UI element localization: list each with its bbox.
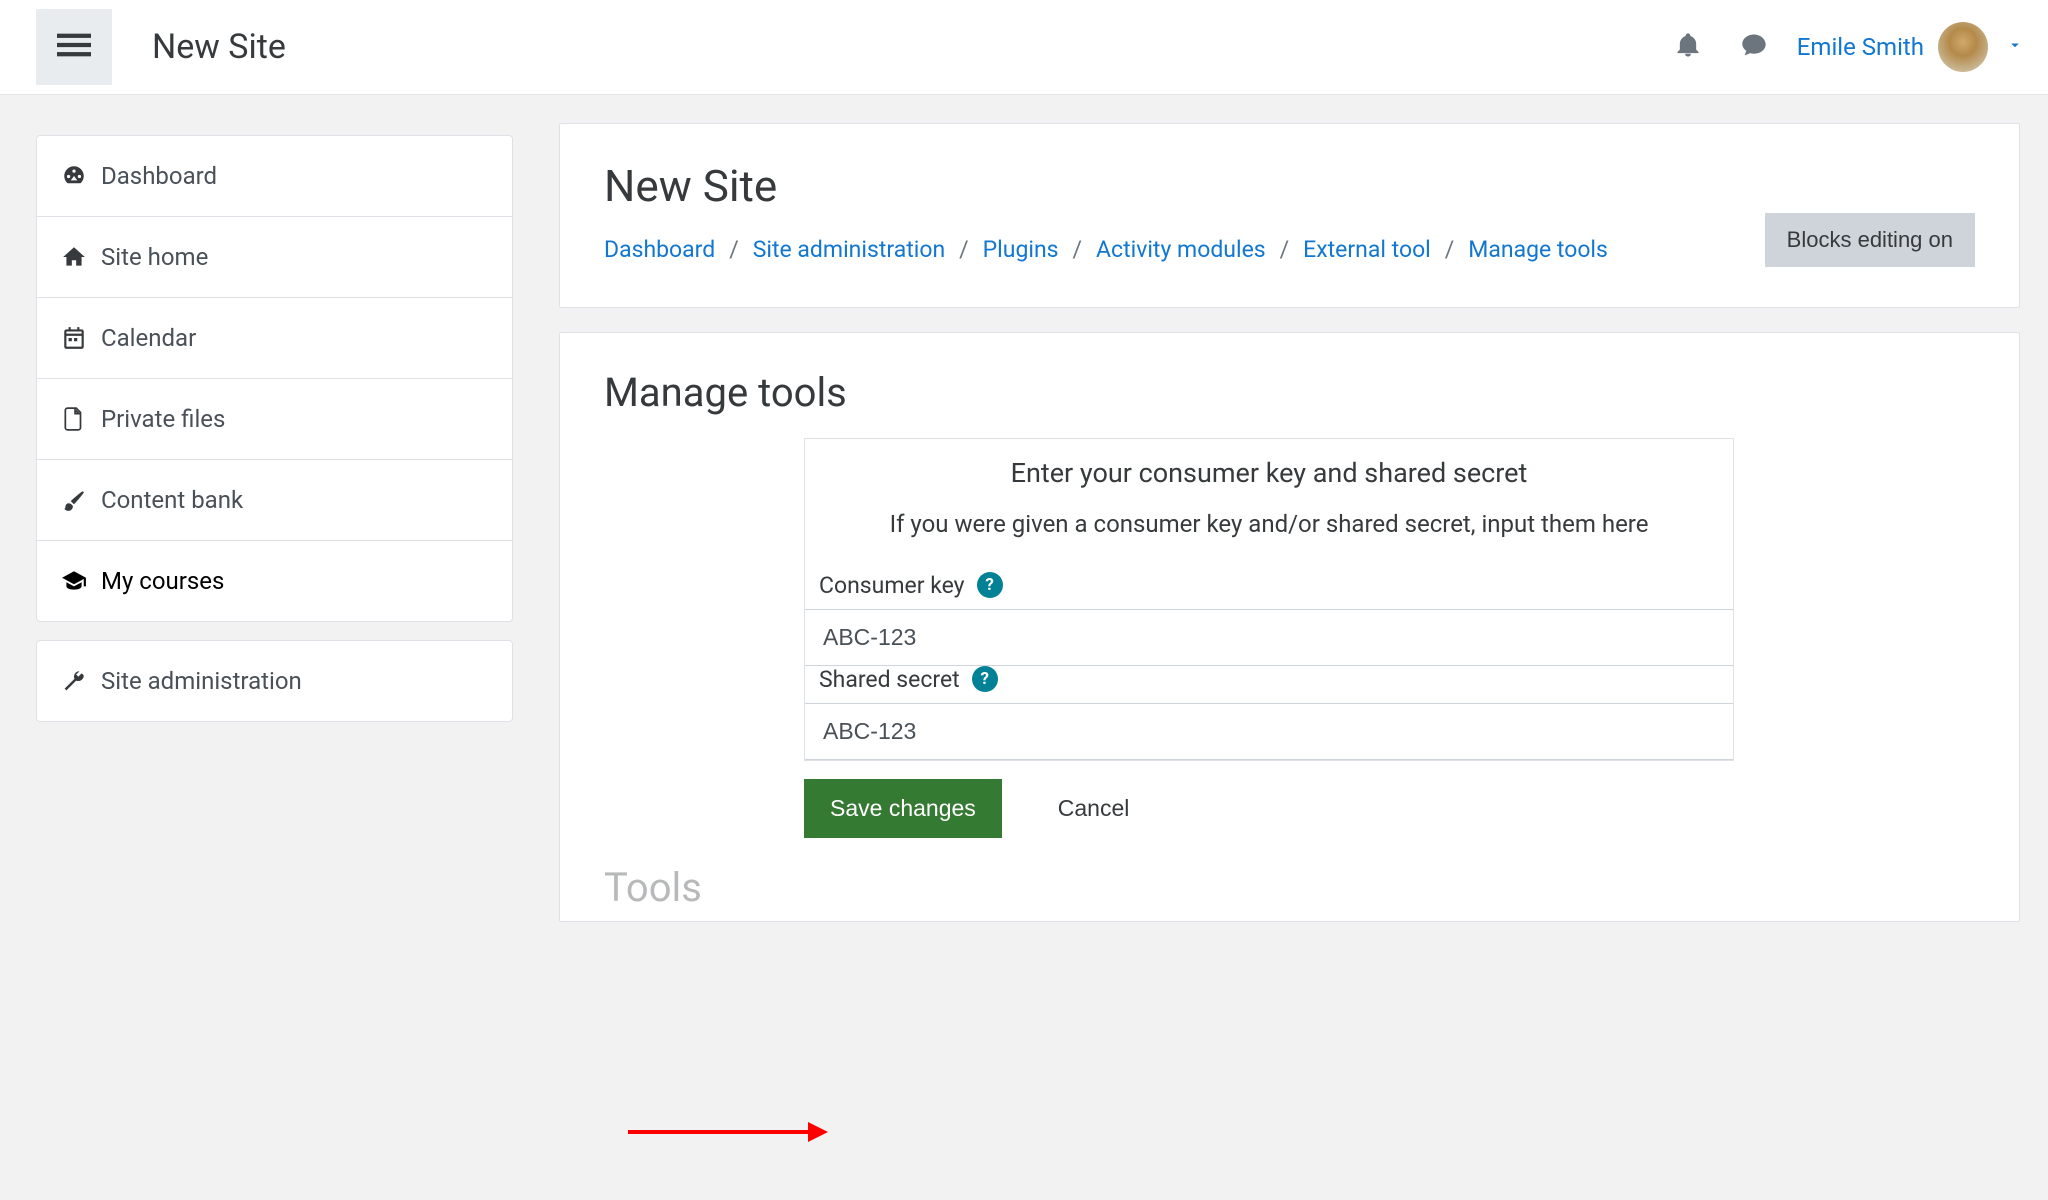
help-icon[interactable]: ? xyxy=(972,666,998,692)
credentials-form: Enter your consumer key and shared secre… xyxy=(804,438,1734,761)
graduation-cap-icon xyxy=(61,568,101,594)
calendar-icon xyxy=(61,325,101,351)
messages-button[interactable] xyxy=(1731,24,1777,70)
brush-icon xyxy=(61,487,101,513)
help-icon[interactable]: ? xyxy=(977,572,1003,598)
sidebar: Dashboard Site home Calendar Private fil… xyxy=(0,95,545,946)
main: New Site Dashboard / Site administration… xyxy=(545,95,2048,946)
form-title: Enter your consumer key and shared secre… xyxy=(805,457,1733,507)
sidebar-item-label: My courses xyxy=(101,567,224,595)
breadcrumb-link[interactable]: Manage tools xyxy=(1468,236,1608,263)
form-description: If you were given a consumer key and/or … xyxy=(805,507,1733,572)
dashboard-icon xyxy=(61,163,101,189)
bell-icon xyxy=(1674,31,1702,64)
sidebar-item-sitehome[interactable]: Site home xyxy=(37,217,512,298)
breadcrumb-sep: / xyxy=(729,236,739,263)
shared-secret-label: Shared secret ? xyxy=(805,666,1733,703)
blocks-editing-button[interactable]: Blocks editing on xyxy=(1765,213,1975,267)
breadcrumb-link[interactable]: Activity modules xyxy=(1096,236,1266,263)
annotation-arrow xyxy=(628,1120,828,1149)
topbar: New Site Emile Smith xyxy=(0,0,2048,95)
sidebar-item-mycourses[interactable]: My courses xyxy=(37,541,512,621)
sidebar-item-label: Site administration xyxy=(101,667,302,695)
breadcrumb-link[interactable]: Dashboard xyxy=(604,236,715,263)
nav-block-main: Dashboard Site home Calendar Private fil… xyxy=(36,135,513,622)
home-icon xyxy=(61,244,101,270)
sidebar-item-siteadmin[interactable]: Site administration xyxy=(37,641,512,721)
breadcrumb-link[interactable]: Site administration xyxy=(753,236,945,263)
page-title: New Site xyxy=(604,160,1975,212)
sidebar-item-calendar[interactable]: Calendar xyxy=(37,298,512,379)
user-name-link[interactable]: Emile Smith xyxy=(1797,33,1924,61)
notifications-button[interactable] xyxy=(1665,24,1711,70)
section-title: Manage tools xyxy=(604,369,1975,416)
page-header-card: New Site Dashboard / Site administration… xyxy=(559,123,2020,308)
user-menu-toggle[interactable] xyxy=(2006,35,2024,59)
save-button[interactable]: Save changes xyxy=(804,779,1002,838)
sidebar-item-dashboard[interactable]: Dashboard xyxy=(37,136,512,217)
consumer-key-label: Consumer key ? xyxy=(805,572,1733,609)
shared-secret-input[interactable] xyxy=(805,703,1733,760)
breadcrumb-sep: / xyxy=(1280,236,1290,263)
consumer-key-input[interactable] xyxy=(805,609,1733,666)
cancel-button[interactable]: Cancel xyxy=(1058,795,1130,822)
sidebar-item-contentbank[interactable]: Content bank xyxy=(37,460,512,541)
breadcrumb-sep: / xyxy=(959,236,969,263)
breadcrumb-link[interactable]: Plugins xyxy=(983,236,1059,263)
sidebar-item-label: Calendar xyxy=(101,324,196,352)
sidebar-item-label: Dashboard xyxy=(101,162,217,190)
breadcrumb-sep: / xyxy=(1073,236,1083,263)
sidebar-item-label: Site home xyxy=(101,243,208,271)
sidebar-item-label: Private files xyxy=(101,405,225,433)
tools-heading: Tools xyxy=(604,864,1975,911)
manage-tools-card: Manage tools Enter your consumer key and… xyxy=(559,332,2020,922)
nav-block-admin: Site administration xyxy=(36,640,513,722)
breadcrumb-link[interactable]: External tool xyxy=(1303,236,1431,263)
file-icon xyxy=(61,406,101,432)
sidebar-item-label: Content bank xyxy=(101,486,243,514)
form-actions: Save changes Cancel xyxy=(804,779,1975,838)
chat-icon xyxy=(1740,31,1768,64)
breadcrumb-sep: / xyxy=(1445,236,1455,263)
nav-toggle-button[interactable] xyxy=(36,9,112,85)
caret-down-icon xyxy=(2006,35,2024,59)
sidebar-item-privatefiles[interactable]: Private files xyxy=(37,379,512,460)
avatar[interactable] xyxy=(1938,22,1988,72)
wrench-icon xyxy=(61,668,101,694)
hamburger-icon xyxy=(57,28,91,67)
site-brand[interactable]: New Site xyxy=(152,27,286,67)
